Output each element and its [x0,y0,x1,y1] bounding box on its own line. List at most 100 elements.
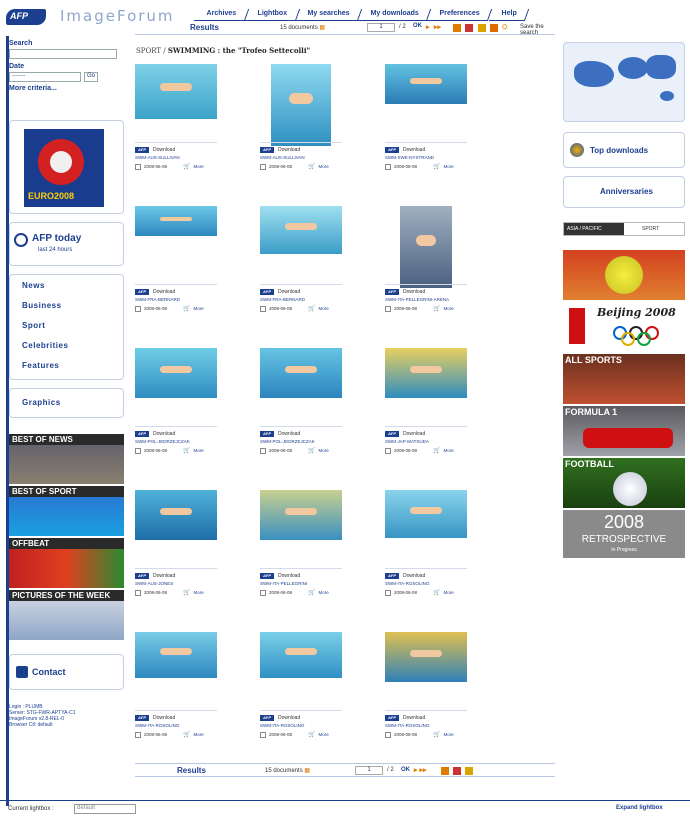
result-thumbnail[interactable] [385,64,467,104]
beijing-2008-tile[interactable]: Beijing 2008 [563,302,685,352]
result-thumbnail[interactable] [260,490,342,540]
more-link[interactable]: More [318,448,328,453]
next-page-icon[interactable]: ▸ [426,23,430,31]
more-link[interactable]: More [443,164,453,169]
retrospective-tile[interactable]: 2008 RETROSPECTIVE In Progress [563,510,685,558]
nav-lightbox[interactable]: Lightbox [244,9,300,21]
nav-my-downloads[interactable]: My downloads [357,9,432,21]
cart-icon[interactable]: 🛒 [183,305,190,312]
result-thumbnail[interactable] [135,490,217,540]
download-link[interactable]: Download [278,289,300,295]
anniversaries-panel[interactable]: Anniversaries [563,176,685,208]
lightbox-select[interactable]: default [74,804,136,814]
cart-icon[interactable]: 🛒 [308,163,315,170]
tab-asia-pacific[interactable]: ASIA / PACIFIC [564,223,624,235]
photo-reference[interactable]: SWM-ITA-PELLEGRINI-ARENA [385,297,473,302]
download-all-icon-bottom[interactable] [441,767,449,775]
select-checkbox[interactable] [385,589,391,596]
next-page-icon-bottom[interactable]: ▸ ▸▸ [414,766,427,774]
select-checkbox[interactable] [135,447,141,454]
more-link[interactable]: More [193,590,203,595]
cart-icon[interactable]: 🛒 [183,447,190,454]
cart-icon[interactable]: 🛒 [308,589,315,596]
photo-reference[interactable]: SWM-ITA-ROSOLINO [385,723,473,728]
cart-icon[interactable]: 🛒 [183,163,190,170]
graphics-panel[interactable]: Graphics [9,388,124,418]
save-search-link[interactable]: Save the search [520,24,555,36]
nav-my-searches[interactable]: My searches [294,9,363,21]
photo-reference[interactable]: SWM-FRA-BERNARD [135,297,223,302]
ok-button-bottom[interactable]: OK [401,767,410,773]
download-link[interactable]: Download [403,289,425,295]
ok-button[interactable]: OK [413,23,422,29]
nav-features[interactable]: Features [22,361,123,381]
photo-reference[interactable]: SWM-POL-JEDRZEJCZAK [260,439,348,444]
select-checkbox[interactable] [135,305,141,312]
cart-icon[interactable]: 🛒 [308,447,315,454]
date-select[interactable]: -------- [9,72,81,82]
contact-panel[interactable]: Contact [9,654,124,690]
more-link[interactable]: More [318,164,328,169]
download-link[interactable]: Download [278,715,300,721]
photo-reference[interactable]: SWM-JAP-MATSUDA [385,439,473,444]
page-input[interactable]: 1 [367,23,395,32]
select-checkbox[interactable] [260,163,266,170]
result-thumbnail[interactable] [260,206,342,254]
result-thumbnail[interactable] [135,632,217,678]
result-thumbnail[interactable] [135,348,217,398]
download-link[interactable]: Download [153,289,175,295]
photo-reference[interactable]: SWM-SWE-NYSTRAND [385,155,473,160]
cart-icon[interactable]: 🛒 [433,589,440,596]
print-icon-bottom[interactable] [453,767,461,775]
afp-today-panel[interactable]: AFP today last 24 hours [9,222,124,266]
select-checkbox[interactable] [260,447,266,454]
best-of-news-banner[interactable]: BEST OF NEWS [9,434,124,484]
select-checkbox[interactable] [260,731,266,738]
folder-icon[interactable] [490,24,498,32]
go-button[interactable]: Go [84,72,98,82]
download-link[interactable]: Download [403,431,425,437]
download-link[interactable]: Download [278,147,300,153]
more-link[interactable]: More [443,448,453,453]
more-link[interactable]: More [193,306,203,311]
photo-reference[interactable]: SWM-AUS-SULLIVAN [135,155,223,160]
cart-icon[interactable]: ⛭ [502,24,510,32]
tennis-tile[interactable] [563,250,685,300]
top-downloads-panel[interactable]: Top downloads [563,132,685,168]
result-thumbnail[interactable] [260,348,342,398]
expand-lightbox-link[interactable]: Expand lightbox [616,805,663,811]
cart-icon[interactable]: 🛒 [433,163,440,170]
page-input-bottom[interactable]: 1 [355,766,383,775]
world-map-panel[interactable] [563,42,685,122]
cart-icon[interactable]: 🛒 [433,447,440,454]
download-link[interactable]: Download [403,573,425,579]
result-thumbnail[interactable] [385,348,467,398]
more-link[interactable]: More [318,590,328,595]
euro-2008-panel[interactable]: EURO2008 [9,120,124,214]
nav-sport[interactable]: Sport [22,321,123,341]
download-link[interactable]: Download [403,715,425,721]
more-link[interactable]: More [443,590,453,595]
photo-reference[interactable]: SWM-AUS-JONES [135,581,223,586]
more-link[interactable]: More [318,306,328,311]
result-thumbnail[interactable] [271,64,331,146]
photo-reference[interactable]: SWM-FRA-BERNARD [260,297,348,302]
cart-icon[interactable]: 🛒 [433,731,440,738]
cart-icon[interactable]: 🛒 [308,731,315,738]
more-link[interactable]: More [193,732,203,737]
nav-celebrities[interactable]: Celebrities [22,341,123,361]
cart-icon[interactable]: 🛒 [308,305,315,312]
photo-reference[interactable]: SWM-ITA-ROSOLINO [260,723,348,728]
offbeat-banner[interactable]: OFFBEAT [9,538,124,588]
result-thumbnail[interactable] [260,632,342,678]
photo-reference[interactable]: SWM-POL-JEDRZEJCZAK [135,439,223,444]
last-page-icon[interactable]: ▸▸ [434,23,441,31]
more-link[interactable]: More [318,732,328,737]
select-checkbox[interactable] [135,163,141,170]
result-thumbnail[interactable] [135,64,217,119]
result-thumbnail[interactable] [385,632,467,682]
download-link[interactable]: Download [153,431,175,437]
photo-reference[interactable]: SWM-ITA-ROSOLINO [135,723,223,728]
nav-news[interactable]: News [22,281,123,301]
search-input[interactable] [9,49,117,59]
